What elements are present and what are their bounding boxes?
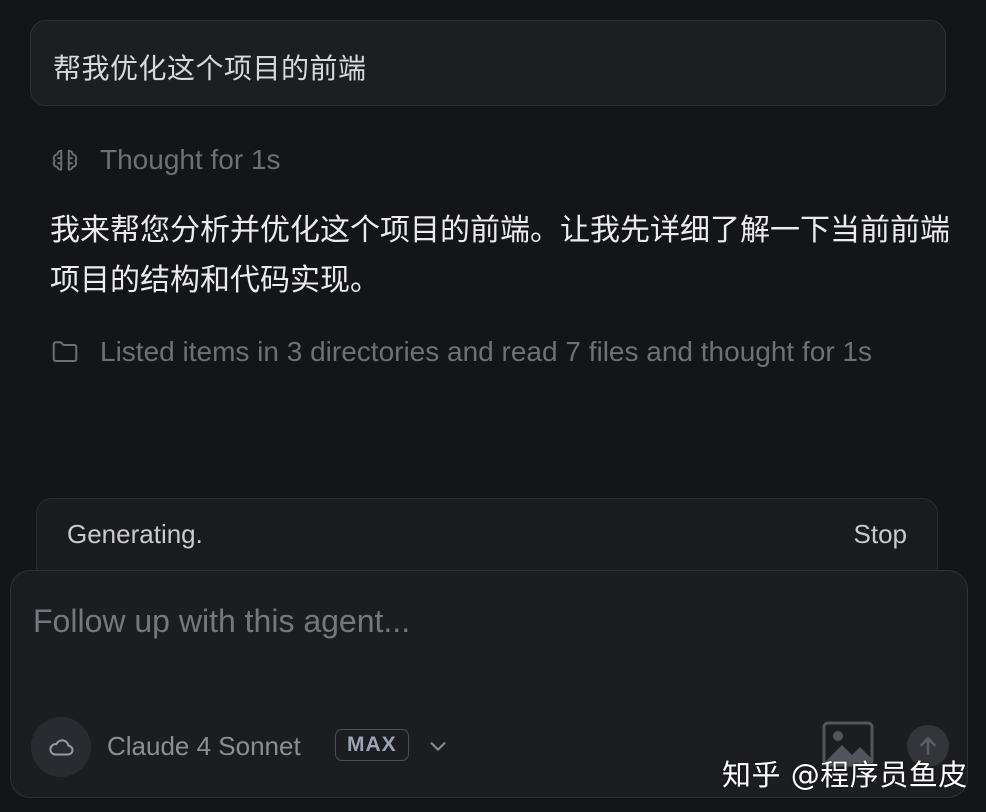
thought-indicator[interactable]: Thought for 1s — [50, 140, 281, 180]
max-mode-badge[interactable]: MAX — [335, 729, 409, 761]
chevron-down-icon[interactable] — [427, 735, 449, 757]
generating-status: Generating. — [67, 519, 203, 549]
stop-button[interactable]: Stop — [854, 519, 908, 550]
cloud-icon — [49, 739, 74, 756]
assistant-message: 我来帮您分析并优化这个项目的前端。让我先详细了解一下当前前端项目的结构和代码实现… — [50, 213, 950, 298]
model-selector[interactable]: Claude 4 Sonnet — [107, 731, 301, 762]
activity-summary[interactable]: Listed items in 3 directories and read 7… — [50, 332, 930, 372]
user-message-bubble: 帮我优化这个项目的前端 — [30, 20, 946, 106]
agent-mode-button[interactable] — [31, 717, 91, 777]
folder-icon — [52, 341, 78, 362]
thought-label: Thought for 1s — [100, 144, 281, 175]
activity-summary-text: Listed items in 3 directories and read 7… — [100, 336, 872, 367]
watermark: 知乎 @程序员鱼皮 — [722, 758, 968, 792]
user-message-text: 帮我优化这个项目的前端 — [53, 52, 367, 85]
follow-up-input[interactable] — [31, 595, 935, 647]
brain-icon — [52, 149, 78, 171]
